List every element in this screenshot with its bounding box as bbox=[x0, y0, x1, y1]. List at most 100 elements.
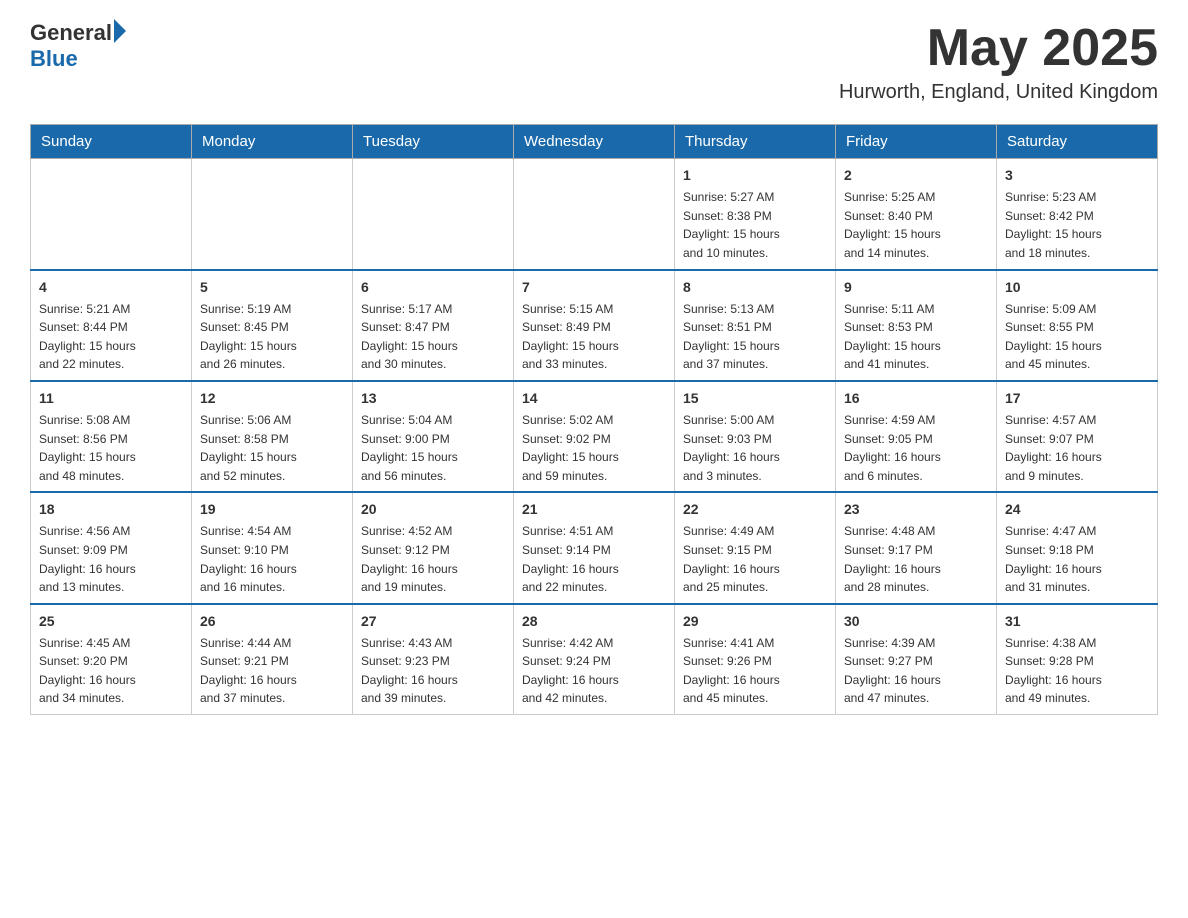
day-number: 12 bbox=[200, 388, 344, 409]
calendar-cell bbox=[31, 159, 192, 270]
day-number: 9 bbox=[844, 277, 988, 298]
day-info: Sunrise: 5:17 AM Sunset: 8:47 PM Dayligh… bbox=[361, 300, 505, 374]
location-subtitle: Hurworth, England, United Kingdom bbox=[839, 81, 1158, 104]
calendar-cell: 15Sunrise: 5:00 AM Sunset: 9:03 PM Dayli… bbox=[675, 381, 836, 492]
day-number: 10 bbox=[1005, 277, 1149, 298]
column-header-wednesday: Wednesday bbox=[514, 125, 675, 159]
month-title: May 2025 bbox=[839, 20, 1158, 77]
day-number: 14 bbox=[522, 388, 666, 409]
day-info: Sunrise: 4:57 AM Sunset: 9:07 PM Dayligh… bbox=[1005, 411, 1149, 485]
calendar-cell: 8Sunrise: 5:13 AM Sunset: 8:51 PM Daylig… bbox=[675, 270, 836, 381]
day-info: Sunrise: 5:15 AM Sunset: 8:49 PM Dayligh… bbox=[522, 300, 666, 374]
calendar-cell: 19Sunrise: 4:54 AM Sunset: 9:10 PM Dayli… bbox=[192, 492, 353, 603]
calendar-cell: 13Sunrise: 5:04 AM Sunset: 9:00 PM Dayli… bbox=[353, 381, 514, 492]
day-number: 24 bbox=[1005, 499, 1149, 520]
day-number: 17 bbox=[1005, 388, 1149, 409]
day-info: Sunrise: 4:54 AM Sunset: 9:10 PM Dayligh… bbox=[200, 522, 344, 596]
calendar-cell bbox=[192, 159, 353, 270]
day-info: Sunrise: 5:04 AM Sunset: 9:00 PM Dayligh… bbox=[361, 411, 505, 485]
day-number: 3 bbox=[1005, 165, 1149, 186]
column-header-saturday: Saturday bbox=[997, 125, 1158, 159]
day-number: 7 bbox=[522, 277, 666, 298]
day-info: Sunrise: 4:41 AM Sunset: 9:26 PM Dayligh… bbox=[683, 634, 827, 708]
calendar-week-row: 4Sunrise: 5:21 AM Sunset: 8:44 PM Daylig… bbox=[31, 270, 1158, 381]
calendar-week-row: 11Sunrise: 5:08 AM Sunset: 8:56 PM Dayli… bbox=[31, 381, 1158, 492]
day-number: 23 bbox=[844, 499, 988, 520]
calendar-cell: 2Sunrise: 5:25 AM Sunset: 8:40 PM Daylig… bbox=[836, 159, 997, 270]
calendar-cell: 31Sunrise: 4:38 AM Sunset: 9:28 PM Dayli… bbox=[997, 604, 1158, 715]
calendar-cell bbox=[353, 159, 514, 270]
calendar-cell: 22Sunrise: 4:49 AM Sunset: 9:15 PM Dayli… bbox=[675, 492, 836, 603]
day-info: Sunrise: 4:52 AM Sunset: 9:12 PM Dayligh… bbox=[361, 522, 505, 596]
day-number: 31 bbox=[1005, 611, 1149, 632]
day-number: 26 bbox=[200, 611, 344, 632]
day-number: 27 bbox=[361, 611, 505, 632]
column-header-thursday: Thursday bbox=[675, 125, 836, 159]
day-number: 2 bbox=[844, 165, 988, 186]
day-info: Sunrise: 5:25 AM Sunset: 8:40 PM Dayligh… bbox=[844, 188, 988, 262]
day-info: Sunrise: 4:49 AM Sunset: 9:15 PM Dayligh… bbox=[683, 522, 827, 596]
calendar-cell: 9Sunrise: 5:11 AM Sunset: 8:53 PM Daylig… bbox=[836, 270, 997, 381]
day-number: 5 bbox=[200, 277, 344, 298]
logo: General Blue bbox=[30, 20, 126, 72]
logo-general-text: General bbox=[30, 20, 112, 46]
calendar-cell: 1Sunrise: 5:27 AM Sunset: 8:38 PM Daylig… bbox=[675, 159, 836, 270]
day-info: Sunrise: 4:51 AM Sunset: 9:14 PM Dayligh… bbox=[522, 522, 666, 596]
column-header-sunday: Sunday bbox=[31, 125, 192, 159]
day-number: 29 bbox=[683, 611, 827, 632]
calendar-cell: 16Sunrise: 4:59 AM Sunset: 9:05 PM Dayli… bbox=[836, 381, 997, 492]
calendar-table: SundayMondayTuesdayWednesdayThursdayFrid… bbox=[30, 124, 1158, 715]
calendar-cell: 20Sunrise: 4:52 AM Sunset: 9:12 PM Dayli… bbox=[353, 492, 514, 603]
day-number: 28 bbox=[522, 611, 666, 632]
calendar-cell: 30Sunrise: 4:39 AM Sunset: 9:27 PM Dayli… bbox=[836, 604, 997, 715]
day-number: 19 bbox=[200, 499, 344, 520]
day-info: Sunrise: 5:27 AM Sunset: 8:38 PM Dayligh… bbox=[683, 188, 827, 262]
day-number: 6 bbox=[361, 277, 505, 298]
day-info: Sunrise: 5:21 AM Sunset: 8:44 PM Dayligh… bbox=[39, 300, 183, 374]
day-info: Sunrise: 5:09 AM Sunset: 8:55 PM Dayligh… bbox=[1005, 300, 1149, 374]
day-info: Sunrise: 4:59 AM Sunset: 9:05 PM Dayligh… bbox=[844, 411, 988, 485]
calendar-cell: 25Sunrise: 4:45 AM Sunset: 9:20 PM Dayli… bbox=[31, 604, 192, 715]
calendar-week-row: 25Sunrise: 4:45 AM Sunset: 9:20 PM Dayli… bbox=[31, 604, 1158, 715]
logo-arrow-icon bbox=[114, 19, 126, 43]
calendar-cell: 4Sunrise: 5:21 AM Sunset: 8:44 PM Daylig… bbox=[31, 270, 192, 381]
day-number: 1 bbox=[683, 165, 827, 186]
logo-blue-text: Blue bbox=[30, 46, 78, 72]
calendar-cell: 10Sunrise: 5:09 AM Sunset: 8:55 PM Dayli… bbox=[997, 270, 1158, 381]
calendar-cell: 28Sunrise: 4:42 AM Sunset: 9:24 PM Dayli… bbox=[514, 604, 675, 715]
calendar-cell: 24Sunrise: 4:47 AM Sunset: 9:18 PM Dayli… bbox=[997, 492, 1158, 603]
day-number: 20 bbox=[361, 499, 505, 520]
calendar-cell: 27Sunrise: 4:43 AM Sunset: 9:23 PM Dayli… bbox=[353, 604, 514, 715]
day-info: Sunrise: 4:42 AM Sunset: 9:24 PM Dayligh… bbox=[522, 634, 666, 708]
day-info: Sunrise: 4:48 AM Sunset: 9:17 PM Dayligh… bbox=[844, 522, 988, 596]
day-info: Sunrise: 5:19 AM Sunset: 8:45 PM Dayligh… bbox=[200, 300, 344, 374]
day-number: 16 bbox=[844, 388, 988, 409]
day-info: Sunrise: 5:13 AM Sunset: 8:51 PM Dayligh… bbox=[683, 300, 827, 374]
calendar-week-row: 18Sunrise: 4:56 AM Sunset: 9:09 PM Dayli… bbox=[31, 492, 1158, 603]
day-number: 4 bbox=[39, 277, 183, 298]
column-header-tuesday: Tuesday bbox=[353, 125, 514, 159]
day-info: Sunrise: 4:43 AM Sunset: 9:23 PM Dayligh… bbox=[361, 634, 505, 708]
title-section: May 2025 Hurworth, England, United Kingd… bbox=[839, 20, 1158, 104]
calendar-cell bbox=[514, 159, 675, 270]
calendar-cell: 7Sunrise: 5:15 AM Sunset: 8:49 PM Daylig… bbox=[514, 270, 675, 381]
calendar-week-row: 1Sunrise: 5:27 AM Sunset: 8:38 PM Daylig… bbox=[31, 159, 1158, 270]
day-number: 25 bbox=[39, 611, 183, 632]
day-number: 13 bbox=[361, 388, 505, 409]
day-info: Sunrise: 5:08 AM Sunset: 8:56 PM Dayligh… bbox=[39, 411, 183, 485]
calendar-cell: 21Sunrise: 4:51 AM Sunset: 9:14 PM Dayli… bbox=[514, 492, 675, 603]
column-header-friday: Friday bbox=[836, 125, 997, 159]
day-number: 18 bbox=[39, 499, 183, 520]
day-info: Sunrise: 4:39 AM Sunset: 9:27 PM Dayligh… bbox=[844, 634, 988, 708]
column-header-monday: Monday bbox=[192, 125, 353, 159]
day-number: 15 bbox=[683, 388, 827, 409]
day-number: 30 bbox=[844, 611, 988, 632]
calendar-cell: 3Sunrise: 5:23 AM Sunset: 8:42 PM Daylig… bbox=[997, 159, 1158, 270]
day-info: Sunrise: 5:00 AM Sunset: 9:03 PM Dayligh… bbox=[683, 411, 827, 485]
day-info: Sunrise: 5:02 AM Sunset: 9:02 PM Dayligh… bbox=[522, 411, 666, 485]
calendar-cell: 11Sunrise: 5:08 AM Sunset: 8:56 PM Dayli… bbox=[31, 381, 192, 492]
day-info: Sunrise: 4:44 AM Sunset: 9:21 PM Dayligh… bbox=[200, 634, 344, 708]
calendar-cell: 12Sunrise: 5:06 AM Sunset: 8:58 PM Dayli… bbox=[192, 381, 353, 492]
day-number: 11 bbox=[39, 388, 183, 409]
calendar-cell: 29Sunrise: 4:41 AM Sunset: 9:26 PM Dayli… bbox=[675, 604, 836, 715]
